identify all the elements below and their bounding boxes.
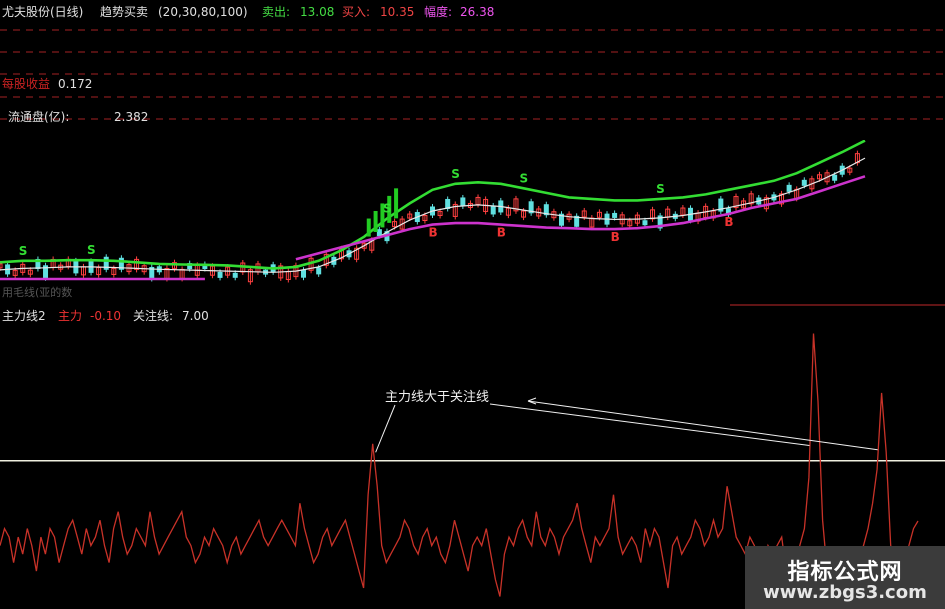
float-value: 2.382	[114, 110, 148, 124]
range-value: 26.38	[460, 5, 494, 19]
stock-chart-window: 尤夫股份(日线) 趋势买卖 (20,30,80,100) 卖出: 13.08 买入: 10.…	[0, 0, 945, 609]
sell-signal: S	[87, 243, 96, 257]
sell-value: 13.08	[300, 5, 334, 19]
buy-signal: B	[497, 226, 506, 240]
buy-label: 买入:	[342, 5, 370, 19]
sell-label: 卖出:	[262, 5, 290, 19]
range-label: 幅度:	[424, 4, 452, 19]
indicator-name: 趋势买卖	[100, 5, 148, 19]
candle-body	[316, 267, 322, 275]
arrow-to-peak-2	[489, 403, 810, 446]
eps-label: 每股收益	[2, 76, 50, 91]
candle-body	[217, 271, 223, 278]
buy-bar	[366, 218, 371, 237]
buy-signal: B	[724, 215, 733, 229]
float-label: 流通盘(亿):	[8, 109, 69, 124]
sell-signal: S	[520, 171, 529, 185]
sell-signal: S	[656, 182, 665, 196]
focus-line-value: 7.00	[182, 309, 209, 323]
sub-indicator-name: 主力线2	[2, 309, 46, 323]
candle-body	[232, 272, 238, 278]
candle-body	[832, 174, 838, 181]
candle-body	[642, 220, 648, 226]
arrow-to-peak-1	[375, 404, 396, 453]
sell-signal: S	[19, 244, 28, 258]
buy-signal: B	[429, 226, 438, 240]
annotation-text: 主力线大于关注线	[385, 390, 489, 405]
faded-label: 用毛线(亚的数	[2, 285, 72, 299]
sell-signal: S	[451, 167, 460, 181]
candle-body	[460, 197, 466, 207]
sell-signal: S	[383, 202, 392, 216]
arrowhead	[527, 397, 537, 405]
candle-body	[612, 212, 618, 218]
watermark: 指标公式网 www.zbgs3.com	[745, 546, 945, 609]
eps-value: 0.172	[58, 77, 92, 91]
main-panel: S S S S S S B B B B	[0, 140, 866, 285]
buy-bar	[394, 188, 399, 219]
focus-line-label: 关注线:	[133, 308, 173, 323]
main-force-label: 主力	[58, 309, 82, 323]
candle-body	[490, 205, 496, 215]
stock-name: 尤夫股份(日线)	[2, 5, 83, 19]
main-force-value: -0.10	[90, 309, 121, 323]
buy-signal: B	[611, 230, 620, 244]
candle-body	[301, 269, 307, 278]
buy-bar	[373, 210, 378, 232]
indicator-params: (20,30,80,100)	[158, 5, 248, 19]
arrow-to-peak-3	[527, 400, 878, 451]
watermark-url: www.zbgs3.com	[763, 582, 927, 603]
buy-value: 10.35	[380, 5, 414, 19]
chart-canvas: 尤夫股份(日线) 趋势买卖 (20,30,80,100) 卖出: 13.08 买入: 10.…	[0, 4, 945, 599]
candle-body	[376, 229, 382, 237]
candle-body	[786, 184, 792, 192]
candle-body	[801, 179, 807, 186]
